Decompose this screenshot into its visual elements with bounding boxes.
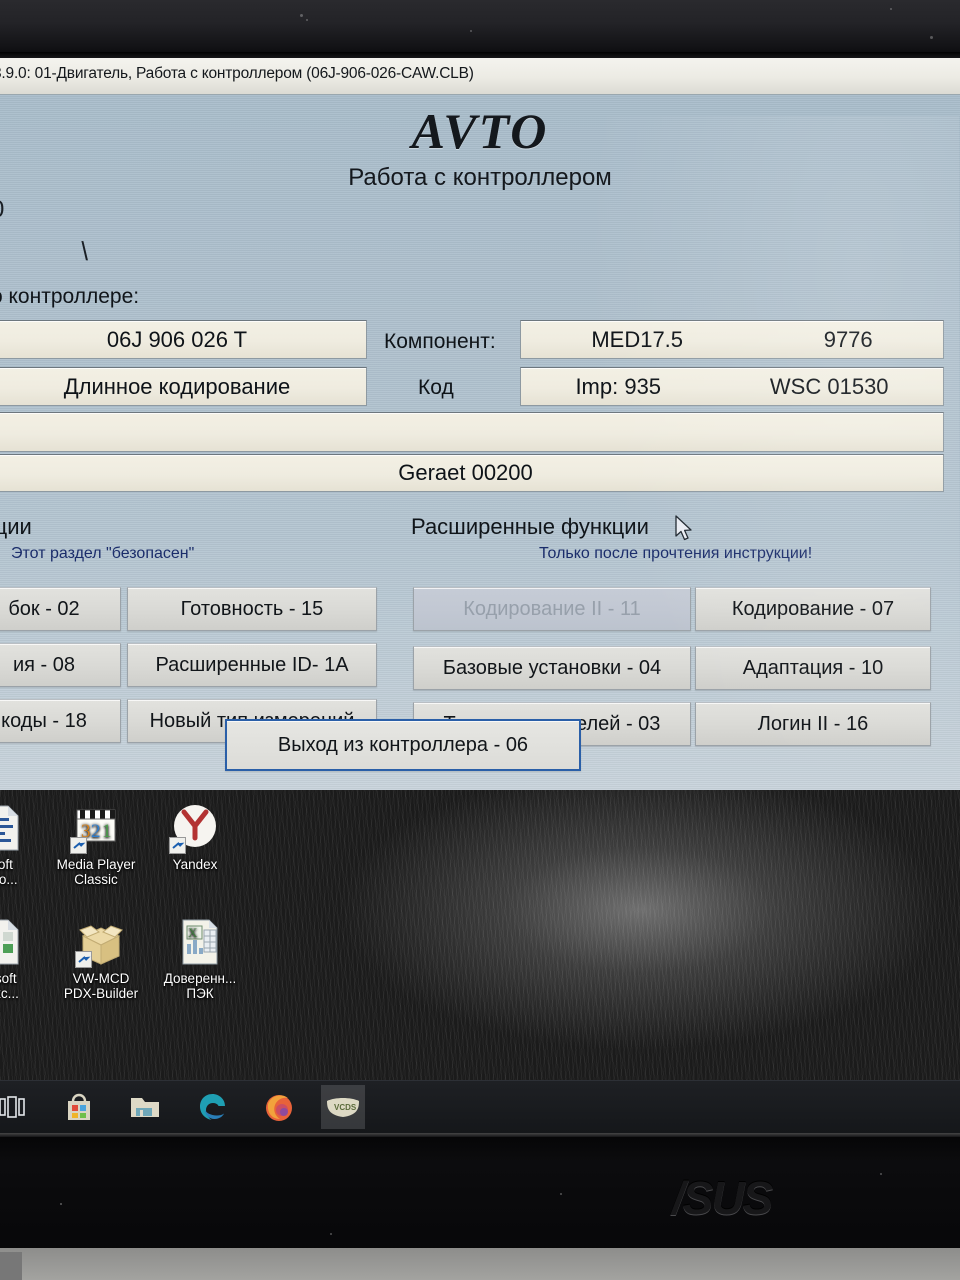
desk-surface <box>0 1248 960 1280</box>
media-player-classic-icon: 3 2 1 <box>70 804 120 854</box>
desktop-icon-label: Yandex <box>172 857 218 872</box>
microsoft-edge-icon[interactable] <box>191 1085 235 1129</box>
svg-text:2: 2 <box>91 821 101 842</box>
long-coding-value: Длинное кодирование <box>63 373 291 399</box>
vcds-application-window: 3.9.0: 01-Двигатель, Работа с контроллер… <box>0 58 960 790</box>
button-login-ii-16[interactable]: Логин II - 16 <box>695 702 931 746</box>
code-field[interactable]: Imp: 935 WSC 01530 <box>520 367 944 406</box>
basic-functions-note: Этот раздел "безопасен" <box>11 545 195 562</box>
app-subtitle: Работа с контроллером <box>348 164 612 191</box>
asus-brand-logo: /SUS <box>672 1172 773 1224</box>
desktop-icon-label: osoft Exc... <box>0 971 19 1001</box>
bezel-highlight-line <box>0 1133 960 1137</box>
desktop-icon-microsoft-excel[interactable]: osoft Exc... <box>0 918 50 1001</box>
imp-value: Imp: 935 <box>575 373 662 399</box>
button-readiness-15[interactable]: Готовность - 15 <box>127 587 377 631</box>
long-coding-field[interactable]: Длинное кодирование <box>0 367 367 406</box>
vw-mcd-pdx-builder-icon <box>75 918 125 968</box>
button-coding-ii-11: Кодирование II - 11 <box>413 587 691 631</box>
button-exit-controller-06[interactable]: Выход из контроллера - 06 <box>225 719 581 771</box>
microsoft-store-icon[interactable] <box>57 1085 101 1129</box>
button-single-codes-18[interactable]: коды - 18 <box>0 699 121 743</box>
blank-info-field[interactable] <box>0 412 944 452</box>
window-title-text: 3.9.0: 01-Двигатель, Работа с контроллер… <box>0 65 474 82</box>
button-label: ия - 08 <box>12 653 76 676</box>
button-label: Кодирование - 07 <box>731 597 895 620</box>
button-basic-settings-04[interactable]: Базовые установки - 04 <box>413 646 691 690</box>
desktop-icon-vw-mcd-pdx-builder[interactable]: VW-MCD PDX-Builder <box>53 918 149 1001</box>
button-label: Выход из контроллера - 06 <box>277 733 529 756</box>
button-label: Логин II - 16 <box>757 712 869 735</box>
laptop-screen: 3.9.0: 01-Двигатель, Работа с контроллер… <box>0 58 960 1133</box>
desktop-icon-yandex[interactable]: Yandex <box>147 804 243 872</box>
file-explorer-icon[interactable] <box>123 1085 167 1129</box>
windows-desktop: soft Wo... 3 2 1 <box>0 790 960 1080</box>
desktop-icon-microsoft-word[interactable]: soft Wo... <box>0 804 50 887</box>
desktop-icon-label: VW-MCD PDX-Builder <box>63 971 139 1001</box>
basic-functions-heading: кции <box>0 514 32 539</box>
component-value: MED17.5 <box>591 326 684 352</box>
advanced-functions-heading: Расширенные функции <box>411 514 649 539</box>
microsoft-excel-icon <box>0 918 26 966</box>
app-logo-block: AVTO Работа с контроллером <box>0 106 960 192</box>
button-label: Базовые установки - 04 <box>442 656 662 679</box>
advanced-functions-note: Только после прочтения инструкции! <box>539 545 813 562</box>
backslash-glyph: \ <box>80 235 89 267</box>
button-advanced-id-1a[interactable]: Расширенные ID- 1A <box>127 643 377 687</box>
svg-text:VCDS: VCDS <box>334 1103 357 1112</box>
component-code-value: 9776 <box>823 326 873 352</box>
desktop-icon-doverennost-pek[interactable]: X Доверенн... ПЭК <box>152 918 248 1001</box>
shortcut-overlay-icon <box>75 951 92 968</box>
wsc-value: WSC 01530 <box>769 373 889 399</box>
svg-text:1: 1 <box>102 821 112 842</box>
window-titlebar: 3.9.0: 01-Двигатель, Работа с контроллер… <box>0 58 960 95</box>
part-number-field[interactable]: 06J 906 026 T <box>0 320 367 359</box>
button-label: Адаптация - 10 <box>742 656 884 679</box>
desktop-icon-label: Media Player Classic <box>56 857 136 887</box>
shortcut-overlay-icon <box>70 837 87 854</box>
button-label: Расширенные ID- 1A <box>155 653 349 676</box>
mozilla-firefox-icon[interactable] <box>257 1085 301 1129</box>
vcds-app-icon[interactable]: VCDS <box>321 1085 365 1129</box>
part-number-value: 06J 906 026 T <box>106 326 248 352</box>
desktop-icon-media-player-classic[interactable]: 3 2 1 Media Player Classic <box>48 804 144 887</box>
laptop-photo: 3.9.0: 01-Двигатель, Работа с контроллер… <box>0 0 960 1280</box>
desk-surface-edge <box>0 1252 22 1280</box>
shortcut-overlay-icon <box>169 837 186 854</box>
task-view-icon[interactable] <box>0 1085 34 1129</box>
microsoft-word-icon <box>0 804 26 852</box>
button-coding-07[interactable]: Кодирование - 07 <box>695 587 931 631</box>
yandex-browser-icon <box>169 804 219 854</box>
laptop-top-bezel <box>0 0 960 58</box>
component-field[interactable]: MED17.5 9776 <box>520 320 944 359</box>
button-label: Кодирование II - 11 <box>463 597 641 620</box>
component-label: Компонент: <box>384 330 496 353</box>
geraet-field[interactable]: Geraet 00200 <box>0 454 944 492</box>
windows-taskbar: VCDS <box>0 1080 960 1133</box>
code-label: Код <box>418 376 454 399</box>
clipped-zero-text: 0 <box>0 196 4 224</box>
desktop-icon-label: soft Wo... <box>0 857 18 887</box>
button-label: коды - 18 <box>1 709 87 732</box>
button-label: Готовность - 15 <box>180 597 324 620</box>
button-adaptation-10[interactable]: Адаптация - 10 <box>695 646 931 690</box>
app-brand-title: AVTO <box>411 103 549 159</box>
button-fault-codes-02[interactable]: бок - 02 <box>0 587 121 631</box>
svg-text:X: X <box>188 925 198 940</box>
doverennost-pek-icon: X <box>176 918 224 966</box>
arrow-pointer-icon <box>675 515 692 541</box>
button-label: бок - 02 <box>8 597 80 620</box>
desktop-icon-label: Доверенн... ПЭК <box>163 971 237 1001</box>
geraet-value: Geraet 00200 <box>398 460 533 485</box>
button-measuring-blocks-08[interactable]: ия - 08 <box>0 643 121 687</box>
controller-info-label: о контроллере: <box>0 285 140 308</box>
